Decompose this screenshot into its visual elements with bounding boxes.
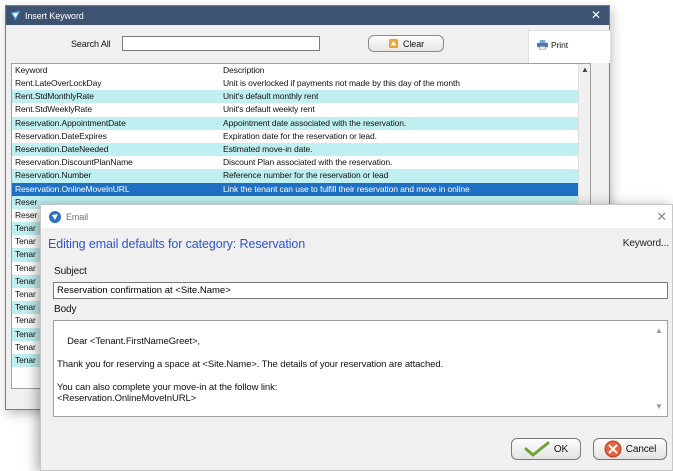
search-label: Search All — [71, 39, 111, 49]
keyword-cell: Rent.StdWeeklyRate — [15, 104, 92, 115]
description-cell: Unit's default monthly rent — [223, 91, 319, 102]
column-header-description[interactable]: Description — [220, 64, 580, 77]
keyword-cell: Rent.LateOverLockDay — [15, 78, 102, 88]
keyword-cell: Reservation.OnlineMoveInURL — [15, 183, 130, 194]
dialog-heading: Editing email defaults for category: Res… — [48, 237, 306, 251]
search-input[interactable] — [122, 36, 320, 51]
table-row[interactable]: Rent.StdMonthlyRate Unit's default monthl… — [12, 90, 590, 104]
keyword-cell: Rent.StdMonthlyRate — [15, 91, 94, 102]
subject-field[interactable] — [53, 282, 668, 299]
scroll-down-icon[interactable]: ▼ — [655, 401, 663, 413]
keyword-cell: Reservation.AppointmentDate — [15, 117, 126, 128]
keyword-cell: Reservation.DateExpires — [15, 130, 107, 141]
scroll-up-icon[interactable]: ▲ — [581, 65, 589, 74]
description-cell: Discount Plan associated with the reserv… — [223, 157, 393, 168]
cancel-label: Cancel — [625, 443, 657, 455]
insert-keyword-titlebar: Insert Keyword ✕ — [6, 6, 609, 25]
window-title: Insert Keyword — [25, 10, 84, 21]
printer-icon — [537, 40, 548, 50]
description-cell: Unit's default weekly rent — [223, 104, 315, 115]
clear-label: Clear — [402, 38, 424, 49]
clear-button[interactable]: Clear — [368, 35, 444, 52]
body-scrollbar[interactable]: ▲ ▼ — [652, 322, 666, 415]
table-row[interactable]: Rent.LateOverLockDay Unit is overlocked i… — [12, 77, 590, 90]
table-row[interactable]: Reservation.DateNeeded Estimated move-in … — [12, 142, 590, 157]
subject-label: Subject — [54, 266, 87, 277]
column-header-keyword[interactable]: Keyword — [12, 64, 220, 77]
print-label: Print — [551, 40, 568, 50]
close-icon[interactable]: ✕ — [656, 209, 667, 225]
dialog-title: Email — [66, 211, 89, 222]
ok-label: OK — [553, 443, 569, 455]
body-text: Dear <Tenant.FirstNameGreet>, Thank you … — [57, 335, 444, 405]
ok-button[interactable]: OK — [511, 438, 581, 460]
body-label: Body — [54, 304, 77, 315]
cancel-button[interactable]: Cancel — [593, 438, 667, 460]
cancel-icon — [604, 440, 622, 458]
description-cell: Expiration date for the reservation or l… — [223, 130, 377, 141]
app-logo-icon — [49, 210, 61, 223]
print-button[interactable]: Print — [537, 40, 568, 50]
keyword-link[interactable]: Keyword... — [623, 238, 669, 249]
table-row[interactable]: Reservation.DiscountPlanName Discount Pla… — [12, 156, 590, 169]
table-row[interactable]: Reservation.OnlineMoveInURL Link the tena… — [12, 182, 590, 196]
email-dialog: Email ✕ Editing email defaults for categ… — [40, 204, 673, 471]
description-cell: Link the tenant can use to fulfill their… — [223, 183, 470, 194]
keyword-cell: Reservation.DateNeeded — [15, 143, 109, 154]
table-header: Keyword Description — [12, 64, 590, 77]
email-titlebar: Email ✕ — [41, 205, 672, 228]
description-cell: Reference number for the reservation or … — [223, 170, 389, 181]
table-row[interactable]: Reservation.DateExpires Expiration date f… — [12, 130, 590, 143]
app-logo-icon — [10, 10, 21, 21]
description-cell: Appointment date associated with the res… — [223, 117, 407, 128]
description-cell: Estimated move-in date. — [223, 143, 313, 154]
table-row[interactable]: Reservation.AppointmentDate Appointment d… — [12, 116, 590, 130]
broom-icon — [388, 38, 399, 49]
table-row[interactable]: Reservation.Number Reference number for t… — [12, 169, 590, 183]
body-textarea[interactable]: Dear <Tenant.FirstNameGreet>, Thank you … — [53, 320, 668, 417]
checkmark-icon — [524, 441, 550, 457]
close-icon[interactable]: ✕ — [591, 8, 601, 22]
description-cell: Unit is overlocked if payments not made … — [223, 78, 460, 88]
keyword-toolbar: Search All Clear Print — [6, 25, 611, 63]
table-row[interactable]: Rent.StdWeeklyRate Unit's default weekly … — [12, 103, 590, 116]
scroll-up-icon[interactable]: ▲ — [655, 325, 663, 337]
keyword-cell: Reservation.DiscountPlanName — [15, 157, 133, 168]
keyword-cell: Reservation.Number — [15, 170, 92, 181]
